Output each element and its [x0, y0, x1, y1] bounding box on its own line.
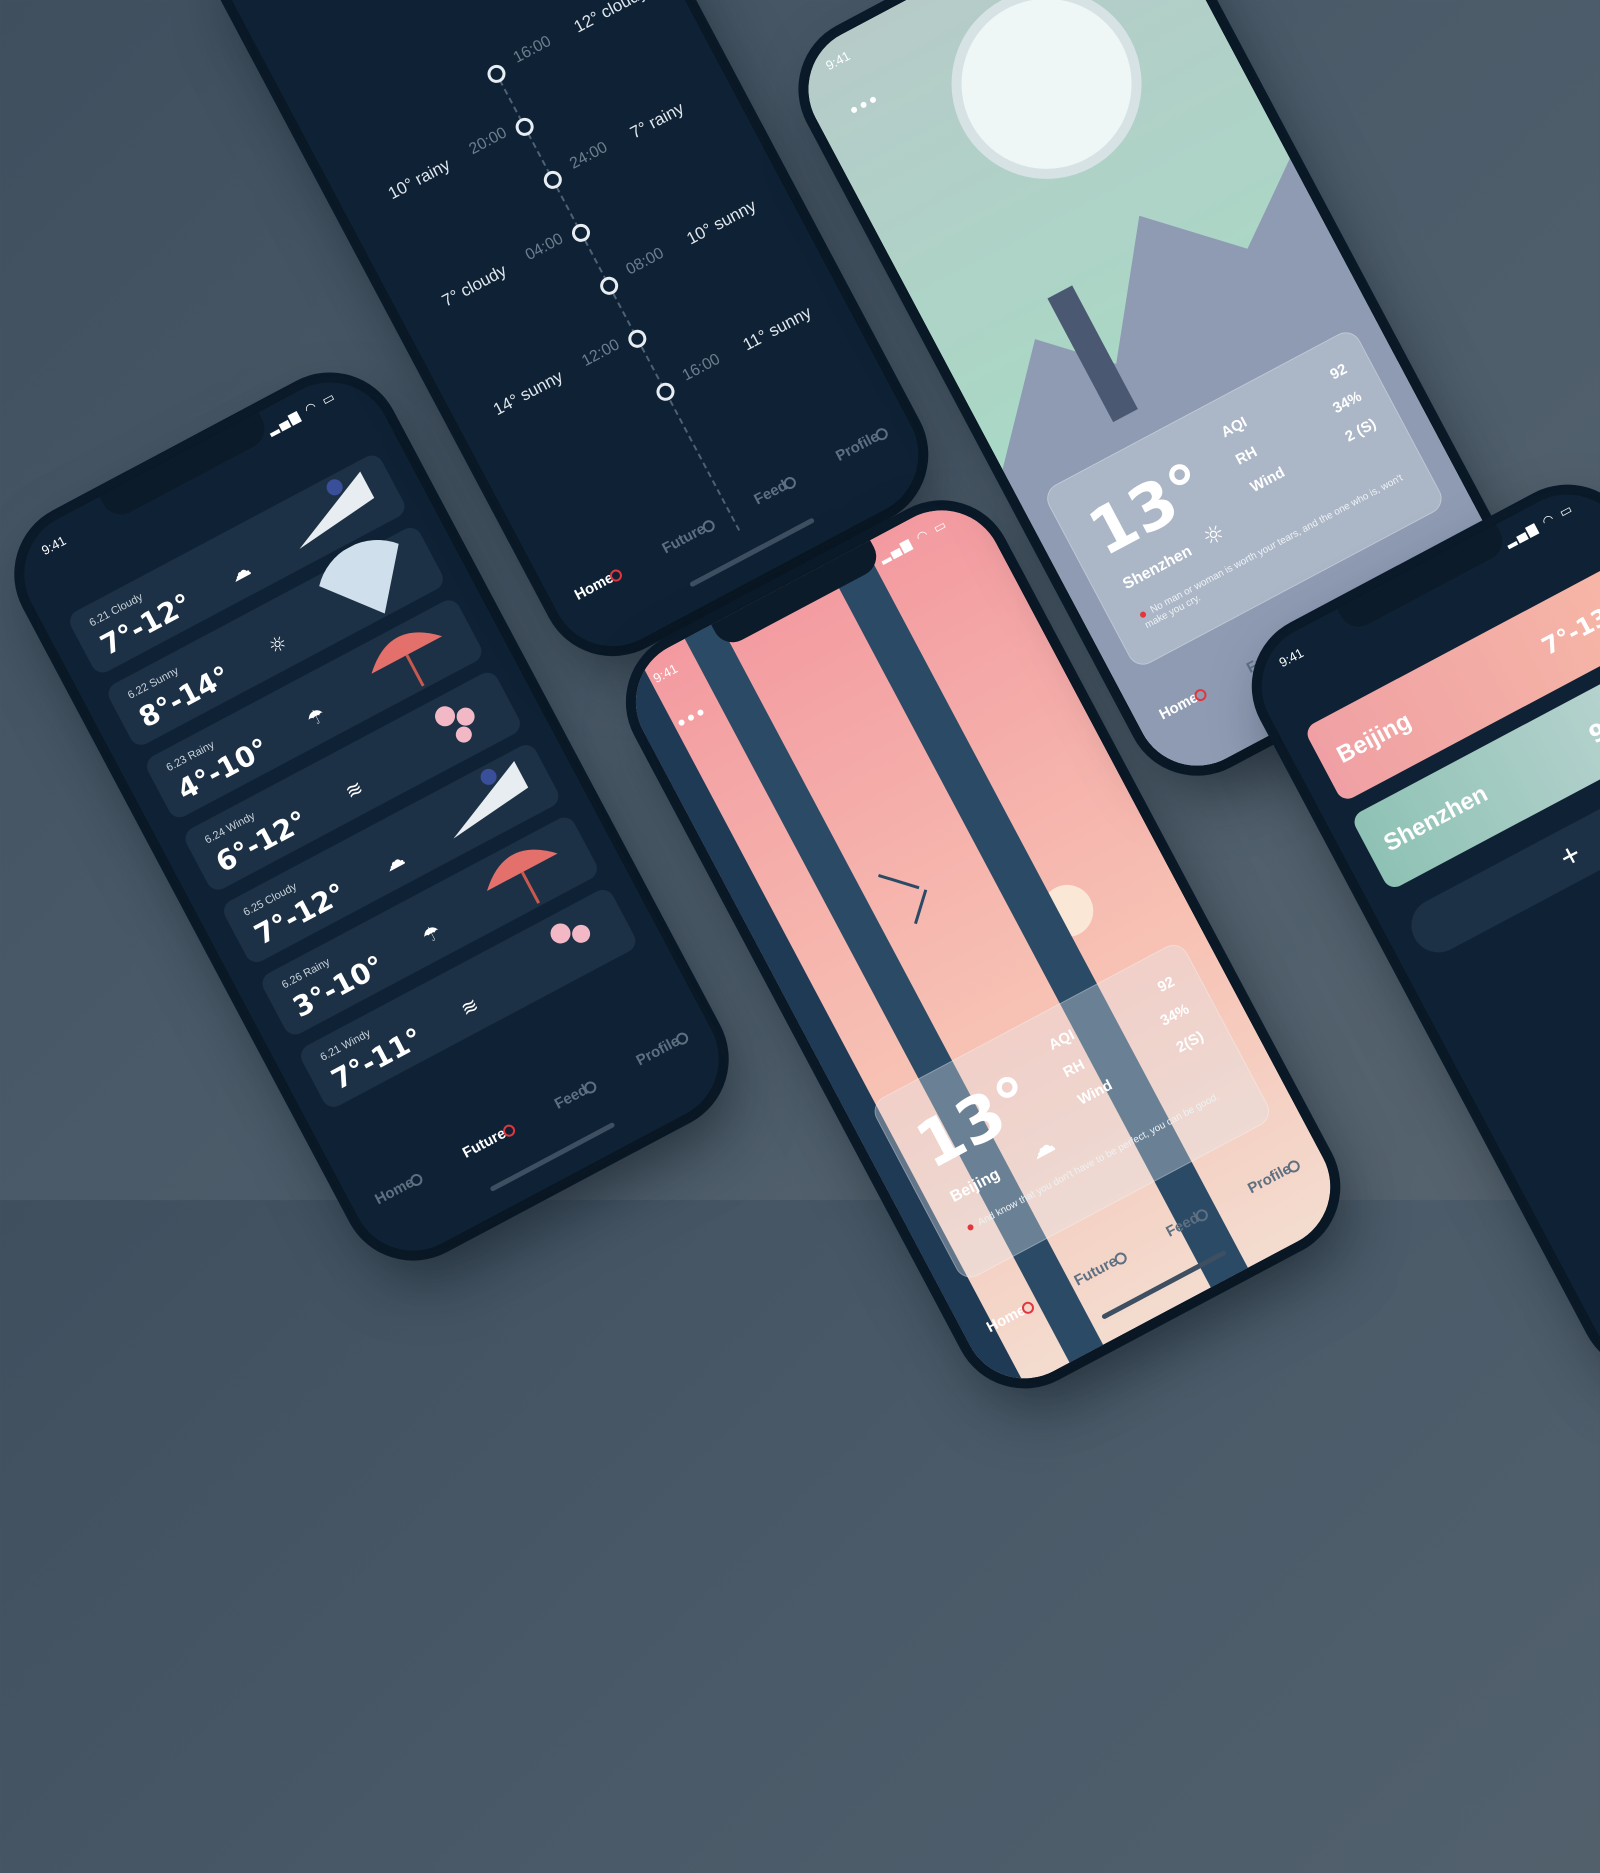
quote-dot-icon — [1138, 610, 1148, 619]
temp-range: 7°-13° — [1537, 596, 1600, 661]
rainy-icon: ☂ — [418, 919, 446, 949]
tab-home[interactable]: Home — [372, 1169, 426, 1208]
sunny-icon: ☼ — [264, 629, 292, 660]
current-temperature: 13° — [904, 1061, 1047, 1184]
signal-wifi-battery-icon: ▂▄▆ ◠ ▭ — [265, 388, 340, 438]
current-temperature: 13° — [1077, 448, 1219, 572]
quote-dot-icon — [966, 1223, 975, 1232]
cloudy-icon: ☁ — [225, 556, 255, 587]
tab-future[interactable]: Future — [460, 1120, 518, 1162]
city-name: Beijing — [1332, 707, 1416, 769]
temp-range: 7°-11° — [325, 1021, 428, 1097]
tab-feed[interactable]: Feed — [552, 1077, 600, 1113]
windy-icon: ≋ — [456, 992, 483, 1022]
temp-range: 9°-20° — [1584, 684, 1600, 750]
cloudy-icon: ☁ — [379, 845, 409, 877]
signal-wifi-battery-icon: ▂▄▆ ◠ ▭ — [1502, 501, 1577, 550]
rainy-icon: ☂ — [302, 702, 330, 732]
status-time: 9:41 — [1276, 645, 1306, 671]
windy-icon: ≋ — [341, 774, 368, 805]
tab-profile[interactable]: Profile — [633, 1028, 691, 1069]
city-name: Shenzhen — [1379, 780, 1493, 858]
status-time: 9:41 — [39, 532, 69, 559]
